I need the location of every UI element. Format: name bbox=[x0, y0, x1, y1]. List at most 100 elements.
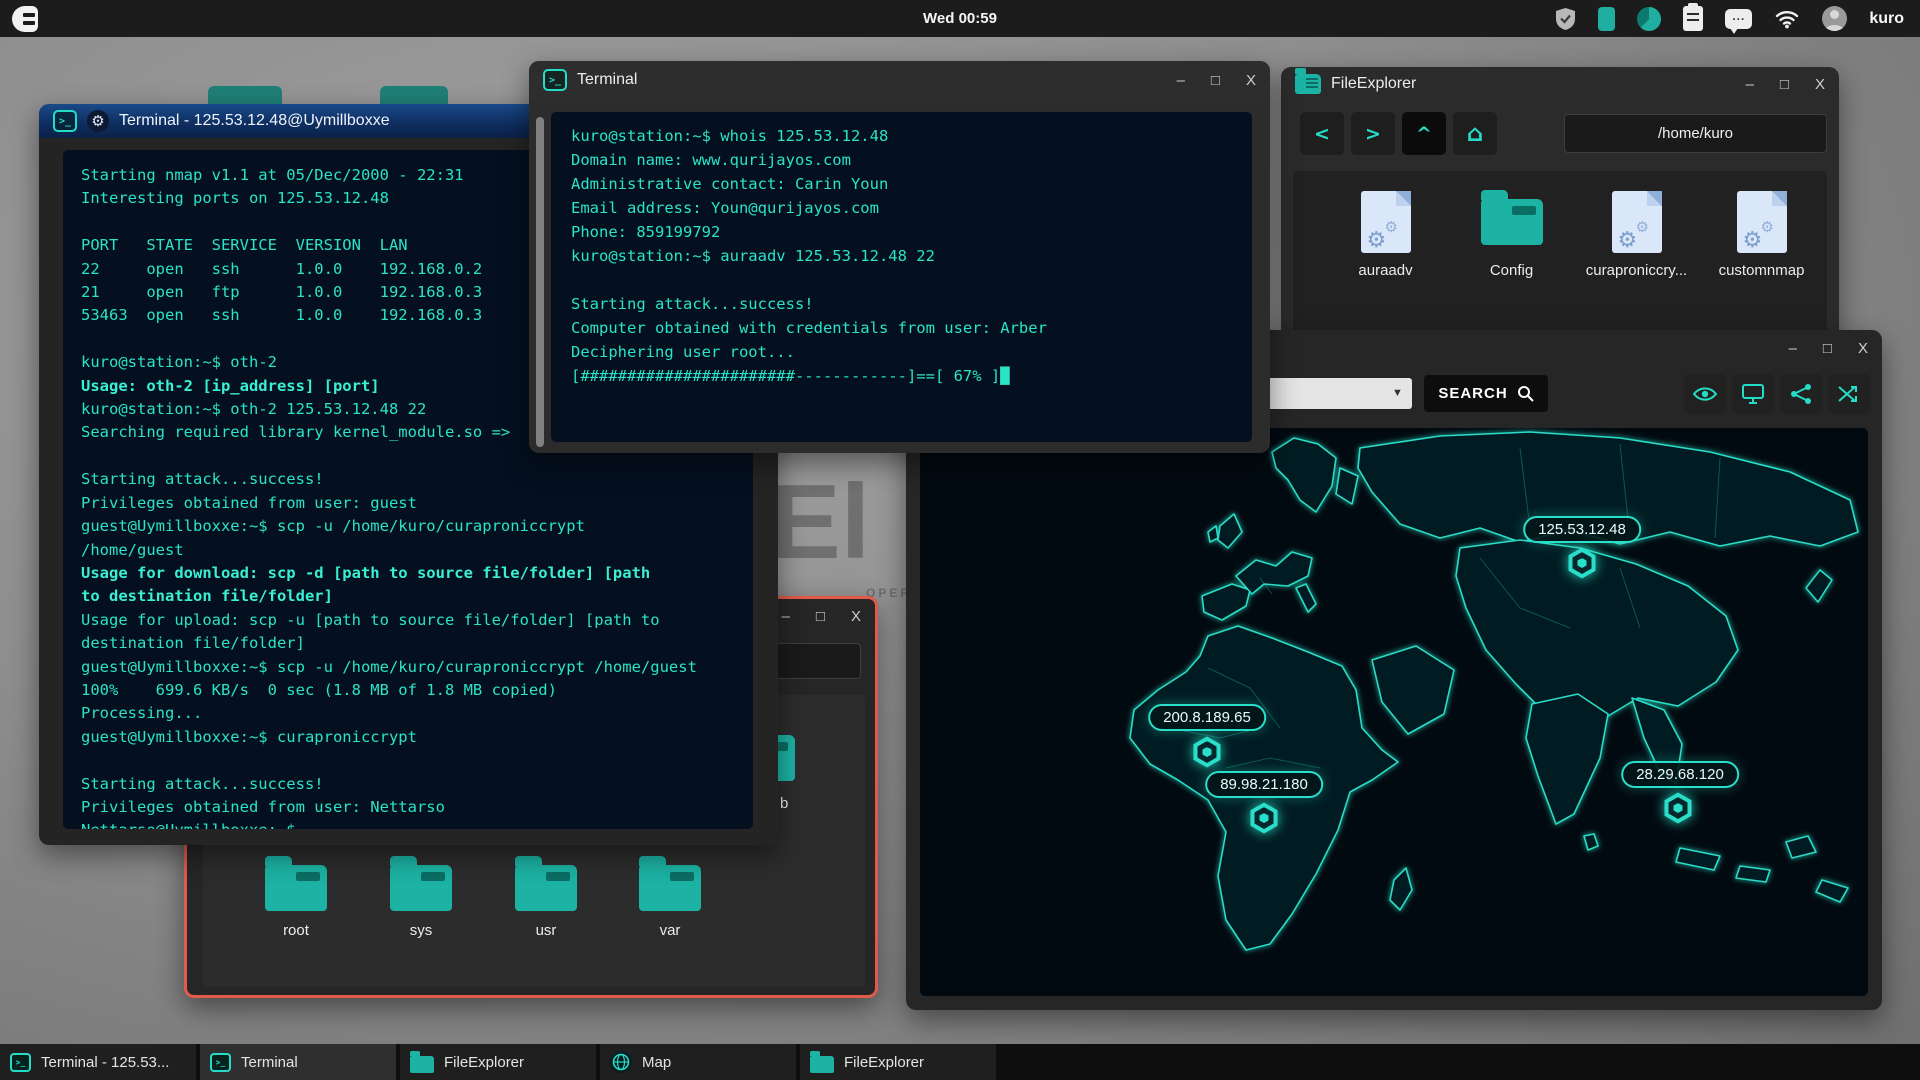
map-marker-label[interactable]: 89.98.21.180 bbox=[1205, 771, 1323, 798]
map-marker-label[interactable]: 125.53.12.48 bbox=[1523, 516, 1641, 543]
avatar-icon[interactable] bbox=[1822, 6, 1847, 31]
terminal-icon: >_ bbox=[210, 1053, 231, 1072]
terminal-icon: >_ bbox=[10, 1053, 31, 1072]
window-controls: – □ X bbox=[1789, 340, 1868, 357]
wallpaper-logo: El bbox=[770, 462, 870, 583]
search-button-label: SEARCH bbox=[1438, 385, 1507, 402]
notes-icon[interactable] bbox=[1683, 6, 1703, 31]
file-item-root[interactable]: root bbox=[236, 865, 356, 939]
file-item-customnmap[interactable]: ⚙⚙ customnmap bbox=[1699, 189, 1824, 279]
taskbar-item-map[interactable]: Map bbox=[600, 1044, 796, 1080]
minimize-button[interactable]: – bbox=[782, 608, 790, 625]
folder-icon bbox=[515, 865, 577, 911]
binary-file-icon: ⚙⚙ bbox=[1737, 191, 1787, 253]
file-item-label: usr bbox=[486, 922, 606, 939]
maximize-button[interactable]: □ bbox=[1780, 76, 1789, 93]
scrollbar[interactable] bbox=[536, 117, 544, 447]
terminal-window: >_ Terminal – □ X kuro@station:~$ whois … bbox=[529, 61, 1270, 453]
file-item-label: curaproniccry... bbox=[1574, 262, 1699, 279]
back-button[interactable]: < bbox=[1300, 112, 1344, 155]
file-item-label: customnmap bbox=[1699, 262, 1824, 279]
chat-dots: ... bbox=[1732, 9, 1745, 23]
close-button[interactable]: X bbox=[1815, 76, 1825, 93]
file-explorer1-titlebar[interactable]: FileExplorer – □ X bbox=[1281, 67, 1839, 101]
window-title: FileExplorer bbox=[1331, 75, 1416, 93]
maximize-button[interactable]: □ bbox=[1211, 72, 1220, 89]
globe-icon bbox=[610, 1051, 632, 1073]
terminal2-titlebar[interactable]: >_ Terminal – □ X bbox=[529, 61, 1270, 99]
window-controls: – □ X bbox=[1177, 72, 1256, 89]
maximize-button[interactable]: □ bbox=[1823, 340, 1832, 357]
wifi-icon[interactable] bbox=[1774, 8, 1800, 29]
folder-icon bbox=[265, 865, 327, 911]
terminal-output[interactable]: kuro@station:~$ whois 125.53.12.48 Domai… bbox=[551, 112, 1252, 442]
file-item-config[interactable]: Config bbox=[1449, 189, 1574, 279]
search-button[interactable]: SEARCH bbox=[1424, 375, 1548, 412]
map-marker-icon[interactable] bbox=[1194, 737, 1221, 768]
battery-icon[interactable] bbox=[1598, 7, 1615, 31]
chat-icon[interactable]: ... bbox=[1725, 9, 1752, 29]
file-item-curaproniccrypt[interactable]: ⚙⚙ curaproniccry... bbox=[1574, 189, 1699, 279]
taskbar-item-terminal-remote[interactable]: >_ Terminal - 125.53... bbox=[0, 1044, 196, 1080]
minimize-button[interactable]: – bbox=[1746, 76, 1754, 93]
minimize-button[interactable]: – bbox=[1789, 340, 1797, 357]
window-controls: – □ X bbox=[782, 608, 861, 625]
up-button[interactable]: ^ bbox=[1402, 112, 1446, 155]
file-item-label: var bbox=[610, 922, 730, 939]
close-button[interactable]: X bbox=[1246, 72, 1256, 89]
taskbar-item-fileexplorer2[interactable]: FileExplorer bbox=[800, 1044, 996, 1080]
chevron-down-icon[interactable]: ▼ bbox=[1392, 387, 1403, 399]
gear-icon[interactable]: ⚙ bbox=[87, 110, 109, 132]
screenshare-button[interactable] bbox=[1732, 374, 1774, 414]
folder-icon bbox=[639, 865, 701, 911]
system-menu-logo-icon[interactable] bbox=[12, 6, 38, 32]
world-map[interactable]: 125.53.12.48 200.8.189.65 89.98.21.180 2… bbox=[920, 428, 1868, 996]
terminal-text: Usage for upload: scp -u [path to source… bbox=[81, 609, 735, 829]
taskbar-item-terminal[interactable]: >_ Terminal bbox=[200, 1044, 396, 1080]
file-item-auraadv[interactable]: ⚙⚙ auraadv bbox=[1323, 189, 1448, 279]
eye-icon bbox=[1692, 384, 1718, 404]
taskbar: >_ Terminal - 125.53... >_ Terminal File… bbox=[0, 1044, 1920, 1080]
terminal-icon: >_ bbox=[543, 69, 567, 91]
terminal-text: kuro@station:~$ whois 125.53.12.48 Domai… bbox=[571, 124, 1232, 388]
folder-icon bbox=[810, 1056, 834, 1073]
taskbar-item-label: FileExplorer bbox=[844, 1054, 924, 1071]
shuffle-button[interactable] bbox=[1828, 374, 1870, 414]
map-marker-icon[interactable] bbox=[1665, 793, 1692, 824]
username: kuro bbox=[1869, 10, 1904, 28]
file-item-usr[interactable]: usr bbox=[486, 865, 606, 939]
window-controls: – □ X bbox=[1746, 76, 1825, 93]
home-icon: ⌂ bbox=[1467, 121, 1483, 147]
close-button[interactable]: X bbox=[851, 608, 861, 625]
file-item-var[interactable]: var bbox=[610, 865, 730, 939]
file-item-label: sys bbox=[361, 922, 481, 939]
visibility-button[interactable] bbox=[1684, 374, 1726, 414]
address-bar[interactable]: /home/kuro bbox=[1564, 114, 1827, 153]
top-bar: Wed 00:59 ... kuro bbox=[0, 0, 1920, 37]
system-tray: ... kuro bbox=[1555, 6, 1904, 31]
map-marker-icon[interactable] bbox=[1569, 548, 1596, 579]
shuffle-icon bbox=[1837, 384, 1861, 404]
share-icon bbox=[1790, 383, 1812, 405]
maximize-button[interactable]: □ bbox=[816, 608, 825, 625]
map-marker-label[interactable]: 28.29.68.120 bbox=[1621, 761, 1739, 788]
taskbar-item-fileexplorer[interactable]: FileExplorer bbox=[400, 1044, 596, 1080]
binary-file-icon: ⚙⚙ bbox=[1361, 191, 1411, 253]
folder-icon bbox=[1481, 199, 1543, 245]
file-item-label[interactable]: b bbox=[780, 795, 788, 812]
share-button[interactable] bbox=[1780, 374, 1822, 414]
map-marker-icon[interactable] bbox=[1251, 803, 1278, 834]
screenshare-icon bbox=[1741, 383, 1765, 405]
close-button[interactable]: X bbox=[1858, 340, 1868, 357]
file-item-label: root bbox=[236, 922, 356, 939]
shield-check-icon[interactable] bbox=[1555, 7, 1576, 31]
taskbar-item-label: Terminal - 125.53... bbox=[41, 1054, 169, 1071]
home-button[interactable]: ⌂ bbox=[1453, 112, 1497, 155]
map-marker-label[interactable]: 200.8.189.65 bbox=[1148, 704, 1266, 731]
forward-button[interactable]: > bbox=[1351, 112, 1395, 155]
minimize-button[interactable]: – bbox=[1177, 72, 1185, 89]
folder-icon bbox=[410, 1056, 434, 1073]
file-item-sys[interactable]: sys bbox=[361, 865, 481, 939]
world-map-svg bbox=[920, 428, 1868, 996]
disk-usage-icon[interactable] bbox=[1637, 7, 1661, 31]
